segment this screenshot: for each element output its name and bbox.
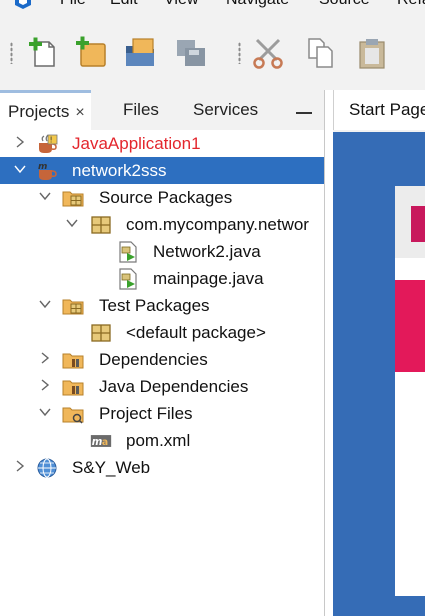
menu-source[interactable]: Source xyxy=(319,0,370,9)
tree-node[interactable]: <default package> xyxy=(0,319,325,346)
chevron-down-icon[interactable] xyxy=(39,190,51,202)
start-page-banner xyxy=(395,280,425,372)
java-class-icon xyxy=(117,268,139,290)
chevron-right-icon[interactable] xyxy=(39,379,51,391)
package-folder-icon xyxy=(62,187,84,209)
chevron-down-icon[interactable] xyxy=(14,163,26,175)
copy-icon xyxy=(308,38,333,68)
config-folder-icon xyxy=(62,403,84,425)
tab-start-page[interactable]: Start Page xyxy=(333,90,425,130)
tree-node[interactable]: Dependencies xyxy=(0,346,325,373)
tree-node[interactable]: m network2sss xyxy=(0,157,325,184)
new-file-button[interactable] xyxy=(26,36,60,70)
new-project-icon xyxy=(76,36,106,67)
minimize-icon[interactable] xyxy=(296,112,312,114)
save-all-button[interactable] xyxy=(173,36,207,70)
tree-node[interactable]: mainpage.java xyxy=(0,265,325,292)
tree-node-label: network2sss xyxy=(72,161,167,180)
tab-files[interactable]: Files xyxy=(123,90,159,130)
tree-node-label: Dependencies xyxy=(99,350,208,369)
tree-node-label: com.mycompany.networ xyxy=(126,215,309,234)
package-folder-icon xyxy=(62,295,84,317)
maven-project-icon: m xyxy=(36,160,58,182)
tree-node[interactable]: ! JavaApplication1 xyxy=(0,130,325,157)
tab-services[interactable]: Services xyxy=(193,90,258,130)
menu-navigate[interactable]: Navigate xyxy=(226,0,289,9)
tree-node-label: Network2.java xyxy=(153,242,261,261)
library-folder-icon xyxy=(62,376,84,398)
toolbar-grip[interactable] xyxy=(10,42,13,64)
package-icon xyxy=(90,214,112,236)
menu-view[interactable]: View xyxy=(164,0,198,9)
editor-area: Start Page xyxy=(333,90,425,616)
svg-text:m: m xyxy=(38,162,47,172)
tree-node[interactable]: m a pom.xml xyxy=(0,427,325,454)
cut-button[interactable] xyxy=(251,36,285,70)
svg-text:a: a xyxy=(102,437,108,448)
tab-start-page-label: Start Page xyxy=(349,100,425,119)
scissors-icon xyxy=(253,38,283,69)
tree-node[interactable]: Network2.java xyxy=(0,238,325,265)
menu-bar: File Edit View Navigate Source Refa xyxy=(0,0,425,12)
web-project-icon xyxy=(36,457,58,479)
tree-node[interactable]: Source Packages xyxy=(0,184,325,211)
library-folder-icon xyxy=(62,349,84,371)
paste-button[interactable] xyxy=(355,36,389,70)
tree-node-label: mainpage.java xyxy=(153,269,264,288)
netbeans-logo-icon xyxy=(13,0,33,10)
toolbar-grip-2[interactable] xyxy=(238,42,241,64)
tree-node-label: JavaApplication1 xyxy=(72,134,201,153)
java-project-icon: ! xyxy=(36,133,58,155)
tree-node[interactable]: Project Files xyxy=(0,400,325,427)
tab-projects-label: Projects xyxy=(8,102,70,121)
chevron-right-icon[interactable] xyxy=(14,136,26,148)
tree-node-label: S&Y_Web xyxy=(72,458,151,477)
svg-text:m: m xyxy=(92,437,103,448)
open-project-icon xyxy=(126,38,154,66)
close-icon[interactable]: × xyxy=(75,104,84,121)
tree-node-label: pom.xml xyxy=(126,431,191,450)
tree-node[interactable]: S&Y_Web xyxy=(0,454,325,481)
package-icon xyxy=(90,322,112,344)
tree-node-label: <default package> xyxy=(126,323,266,342)
chevron-right-icon[interactable] xyxy=(14,460,26,472)
tree-node-label: Test Packages xyxy=(99,296,210,315)
svg-text:!: ! xyxy=(50,136,53,145)
java-class-icon xyxy=(117,241,139,263)
tab-projects[interactable]: Projects × xyxy=(0,90,91,130)
paste-icon xyxy=(359,39,385,69)
tree-node[interactable]: com.mycompany.networ xyxy=(0,211,325,238)
menu-refactor[interactable]: Refa xyxy=(397,0,425,9)
panel-tabs: Projects × Files Services xyxy=(0,90,325,130)
chevron-down-icon[interactable] xyxy=(66,217,78,229)
open-project-button[interactable] xyxy=(123,36,157,70)
projects-panel: Projects × Files Services ! JavaApplicatio… xyxy=(0,90,325,616)
tree-node-label: Java Dependencies xyxy=(99,377,249,396)
maven-file-icon: ma xyxy=(90,430,116,452)
tree-node-label: Project Files xyxy=(99,404,193,423)
new-file-icon xyxy=(29,37,55,67)
menu-edit[interactable]: Edit xyxy=(110,0,138,9)
netbeans-cube-icon xyxy=(411,206,425,242)
chevron-right-icon[interactable] xyxy=(39,352,51,364)
toolbar xyxy=(0,12,425,90)
new-project-button[interactable] xyxy=(74,36,108,70)
tree-node[interactable]: Test Packages xyxy=(0,292,325,319)
tree-node-label: Source Packages xyxy=(99,188,233,207)
copy-button[interactable] xyxy=(304,36,338,70)
chevron-down-icon[interactable] xyxy=(39,406,51,418)
chevron-down-icon[interactable] xyxy=(39,298,51,310)
menu-file[interactable]: File xyxy=(60,0,86,9)
panel-divider[interactable] xyxy=(324,90,325,616)
tree-node[interactable]: Java Dependencies xyxy=(0,373,325,400)
save-all-icon xyxy=(177,40,205,66)
